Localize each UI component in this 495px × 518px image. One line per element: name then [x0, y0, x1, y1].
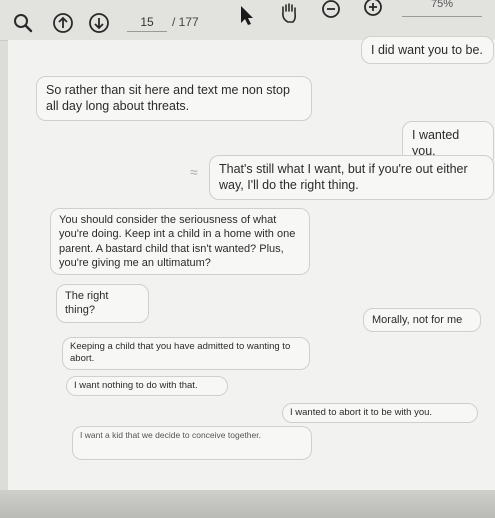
arrow-down-circle-icon[interactable]: [88, 12, 110, 34]
page-total-label: / 177: [172, 15, 199, 29]
zoom-out-icon[interactable]: [320, 0, 342, 22]
message-bubble-left: You should consider the seriousness of w…: [50, 208, 310, 276]
message-bubble-left: I want nothing to do with that.: [66, 376, 228, 397]
device-bezel: [0, 490, 495, 518]
arrow-up-circle-icon[interactable]: [52, 12, 74, 34]
message-bubble-left: So rather than sit here and text me non …: [36, 76, 312, 121]
message-bubble-right: That's still what I want, but if you're …: [209, 155, 494, 200]
pdf-toolbar: 15 / 177 75%: [0, 0, 495, 41]
scribble-mark: ≈: [190, 164, 198, 180]
search-icon[interactable]: [12, 12, 34, 34]
hand-tool-icon[interactable]: [278, 2, 300, 24]
zoom-level-input[interactable]: 75%: [402, 0, 482, 17]
page-number-input[interactable]: 15: [127, 13, 167, 32]
message-bubble-right: I did want you to be.: [361, 36, 494, 65]
message-bubble-left: Keeping a child that you have admitted t…: [62, 337, 310, 370]
zoom-in-icon[interactable]: [362, 0, 384, 22]
message-bubble-left: I want a kid that we decide to conceive …: [72, 426, 312, 460]
message-bubble-right: Morally, not for me: [363, 308, 481, 333]
message-bubble-right: I wanted to abort it to be with you.: [282, 403, 478, 424]
pointer-tool-icon[interactable]: [236, 4, 258, 26]
message-bubble-left: The right thing?: [56, 284, 149, 323]
